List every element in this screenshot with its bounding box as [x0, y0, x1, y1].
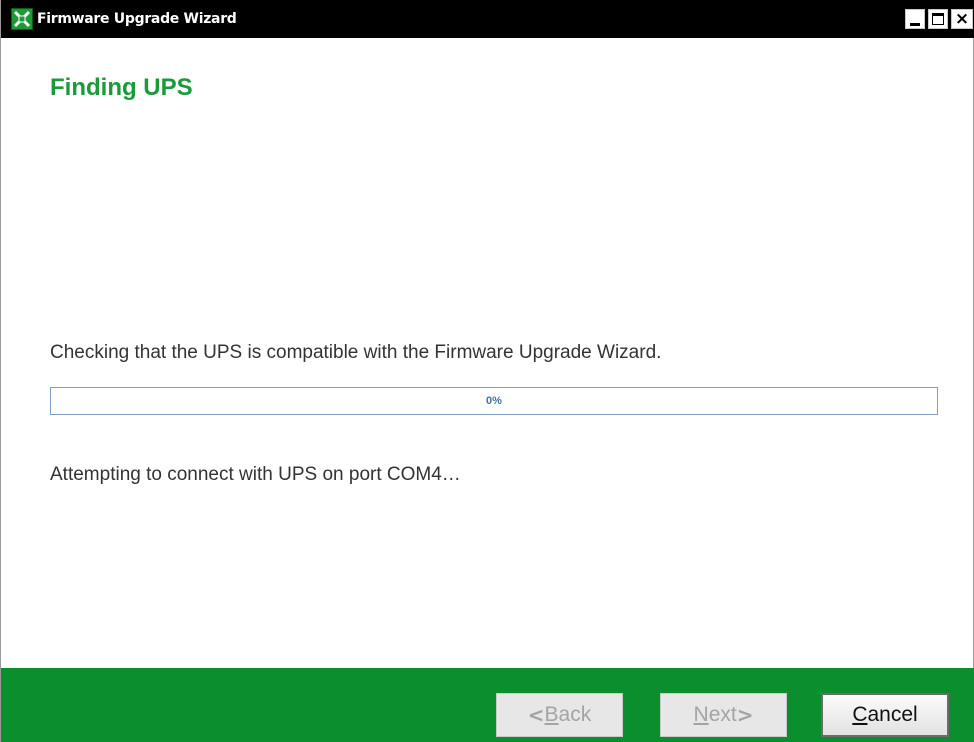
connection-detail: Attempting to connect with UPS on port C…: [50, 464, 461, 485]
back-arrow-icon: <: [527, 703, 545, 727]
close-button[interactable]: ×: [951, 9, 973, 29]
window-title: Firmware Upgrade Wizard: [37, 11, 237, 27]
footer-bar: <Back Next> Cancel: [1, 668, 974, 742]
next-arrow-icon: >: [736, 703, 754, 727]
minimize-icon: [910, 23, 920, 26]
wizard-window: Firmware Upgrade Wizard × Finding UPS Ch…: [0, 0, 974, 742]
status-message: Checking that the UPS is compatible with…: [50, 342, 662, 363]
minimize-button[interactable]: [905, 9, 925, 29]
back-button[interactable]: <Back: [496, 693, 623, 737]
maximize-icon: [932, 13, 944, 25]
back-mnemonic: B: [544, 703, 559, 726]
progress-label: 0%: [486, 395, 502, 407]
cancel-label: ancel: [867, 703, 918, 726]
progress-bar: 0%: [50, 387, 938, 415]
title-bar[interactable]: Firmware Upgrade Wizard ×: [1, 0, 974, 38]
page-title: Finding UPS: [50, 74, 193, 101]
next-mnemonic: N: [693, 703, 709, 726]
cancel-mnemonic: C: [852, 703, 868, 726]
cancel-button[interactable]: Cancel: [821, 693, 949, 737]
wizard-app-icon: [11, 8, 33, 30]
close-icon: ×: [954, 9, 970, 29]
back-label: ack: [558, 703, 592, 726]
next-button[interactable]: Next>: [660, 693, 787, 737]
maximize-button[interactable]: [928, 9, 948, 29]
next-label: ext: [708, 703, 737, 726]
